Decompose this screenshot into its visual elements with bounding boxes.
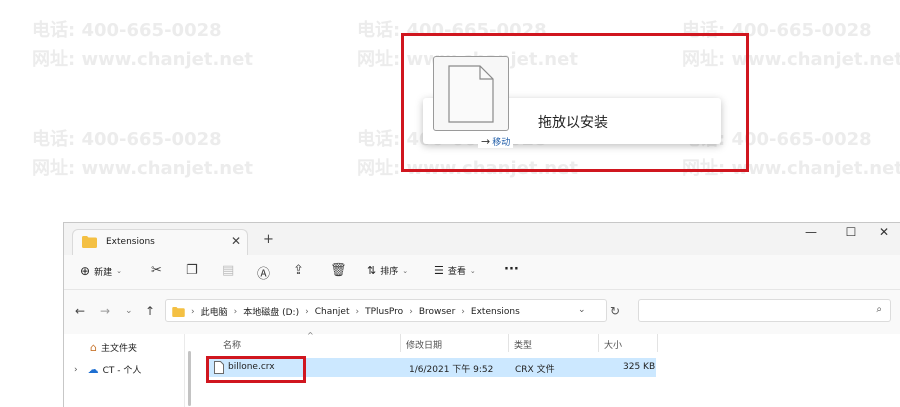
breadcrumb-item[interactable]: Chanjet xyxy=(315,307,350,317)
watermark-phone: 电话: 400-665-0028 xyxy=(32,129,222,150)
tab-close-icon[interactable]: ✕ xyxy=(231,234,241,248)
command-bar: ⊕ 新建 ⌄ ✂ ❐ ▤ Ⓐ ⇪ 🗑 ⇅ 排序 ⌄ ☰ 查看 ⌄ ··· xyxy=(64,255,900,289)
column-divider[interactable] xyxy=(400,334,401,352)
search-input[interactable]: ⌕ xyxy=(638,299,891,322)
close-window-button[interactable]: ✕ xyxy=(870,225,898,239)
column-divider[interactable] xyxy=(657,334,658,352)
view-icon: ☰ xyxy=(434,264,444,277)
file-explorer-window: Extensions ✕ + — ☐ ✕ ⊕ 新建 ⌄ ✂ ❐ ▤ Ⓐ ⇪ 🗑 … xyxy=(63,222,900,407)
folder-icon xyxy=(172,306,185,317)
up-arrow-icon[interactable]: ↑ xyxy=(145,304,155,318)
new-tab-button[interactable]: + xyxy=(263,232,274,247)
sidebar-item-label: CT - 个人 xyxy=(102,366,142,376)
column-header-type[interactable]: 类型 xyxy=(514,338,532,351)
folder-icon xyxy=(82,236,97,248)
navigation-bar: ← → ⌄ ↑ › 此电脑 › 本地磁盘 (D:) › Chanjet › TP… xyxy=(64,289,900,334)
chevron-right-icon: › xyxy=(305,306,309,317)
share-icon[interactable]: ⇪ xyxy=(293,263,304,278)
sort-icon: ⇅ xyxy=(367,264,377,277)
refresh-icon[interactable]: ↻ xyxy=(610,304,620,318)
breadcrumb-item[interactable]: Extensions xyxy=(471,307,520,317)
sidebar-item-home[interactable]: ⌂ 主文件夹 xyxy=(90,341,137,354)
chevron-right-icon: › xyxy=(355,306,360,317)
column-divider[interactable] xyxy=(508,334,509,352)
sidebar-scrollbar[interactable] xyxy=(188,351,191,406)
paste-icon[interactable]: ▤ xyxy=(222,263,234,278)
cloud-icon: ☁ xyxy=(87,363,99,376)
move-arrow-icon: → xyxy=(481,134,491,148)
back-arrow-icon[interactable]: ← xyxy=(75,304,85,318)
chevron-down-icon: ⌄ xyxy=(116,267,122,275)
sort-label: 排序 xyxy=(380,267,399,277)
watermark: 电话: 400-665-0028 网址: www.chanjet.net xyxy=(32,20,253,71)
column-header-name[interactable]: 名称 xyxy=(223,338,241,351)
chevron-right-icon: › xyxy=(233,306,238,317)
breadcrumb-item[interactable]: TPlusPro xyxy=(365,307,403,317)
watermark: 电话: 400-665-0028 网址: www.chanjet.net xyxy=(32,129,253,180)
file-size: 325 KB xyxy=(623,362,656,372)
tab-title: Extensions xyxy=(106,237,155,247)
column-header-modified[interactable]: 修改日期 xyxy=(406,338,442,351)
copy-icon[interactable]: ❐ xyxy=(186,263,198,278)
watermark-site: 网址: www.chanjet.net xyxy=(32,158,253,179)
navigation-pane: ⌂ 主文件夹 › ☁ CT - 个人 xyxy=(64,334,185,407)
new-label: 新建 xyxy=(94,267,113,278)
rename-icon[interactable]: Ⓐ xyxy=(257,263,270,282)
minimize-button[interactable]: — xyxy=(797,225,825,239)
breadcrumb-item[interactable]: Browser xyxy=(419,307,455,317)
maximize-button[interactable]: ☐ xyxy=(837,225,865,239)
sidebar-item-onedrive[interactable]: › ☁ CT - 个人 xyxy=(74,363,141,376)
expand-chevron-icon[interactable]: › xyxy=(74,365,78,375)
watermark-phone: 电话: 400-665-0028 xyxy=(32,20,222,41)
chevron-down-icon: ⌄ xyxy=(469,266,476,275)
view-button[interactable]: ☰ 查看 ⌄ xyxy=(434,264,476,277)
address-dropdown-icon[interactable]: ⌄ xyxy=(578,305,586,315)
watermark-site: 网址: www.chanjet.net xyxy=(32,49,253,70)
forward-arrow-icon[interactable]: → xyxy=(100,304,110,318)
breadcrumb-item[interactable]: 此电脑 xyxy=(201,305,228,318)
plus-circle-icon: ⊕ xyxy=(80,264,91,278)
content-area: ⌂ 主文件夹 › ☁ CT - 个人 ^ 名称 修改日期 类型 大小 billo… xyxy=(64,331,900,407)
recent-chevron-icon[interactable]: ⌄ xyxy=(125,306,133,316)
file-modified: 1/6/2021 下午 9:52 xyxy=(409,365,494,375)
sort-button[interactable]: ⇅ 排序 ⌄ xyxy=(367,264,408,277)
tab-extensions[interactable]: Extensions ✕ xyxy=(72,229,248,256)
file-highlight-box xyxy=(206,356,306,383)
breadcrumb-item[interactable]: 本地磁盘 (D:) xyxy=(243,305,299,318)
dragged-file-icon xyxy=(433,56,509,131)
cut-icon[interactable]: ✂ xyxy=(151,263,162,278)
address-bar[interactable]: › 此电脑 › 本地磁盘 (D:) › Chanjet › TPlusPro ›… xyxy=(165,299,607,322)
more-options-button[interactable]: ··· xyxy=(504,262,519,277)
column-divider[interactable] xyxy=(598,334,599,352)
file-type: CRX 文件 xyxy=(515,365,555,375)
chevron-right-icon: › xyxy=(409,306,413,317)
move-label: 移动 xyxy=(492,137,511,148)
view-label: 查看 xyxy=(447,267,466,277)
sort-ascending-icon: ^ xyxy=(307,331,314,340)
chevron-down-icon: ⌄ xyxy=(402,266,409,275)
move-badge: → 移动 xyxy=(478,134,514,148)
chevron-right-icon: › xyxy=(191,306,195,317)
delete-icon[interactable]: 🗑 xyxy=(330,263,347,278)
breadcrumb: › 此电脑 › 本地磁盘 (D:) › Chanjet › TPlusPro ›… xyxy=(172,305,520,318)
search-icon: ⌕ xyxy=(876,304,882,315)
home-icon: ⌂ xyxy=(90,341,97,354)
sidebar-item-label: 主文件夹 xyxy=(100,344,137,354)
new-button[interactable]: ⊕ 新建 ⌄ xyxy=(80,264,122,278)
column-header-size[interactable]: 大小 xyxy=(604,338,622,351)
chevron-right-icon: › xyxy=(461,306,465,317)
